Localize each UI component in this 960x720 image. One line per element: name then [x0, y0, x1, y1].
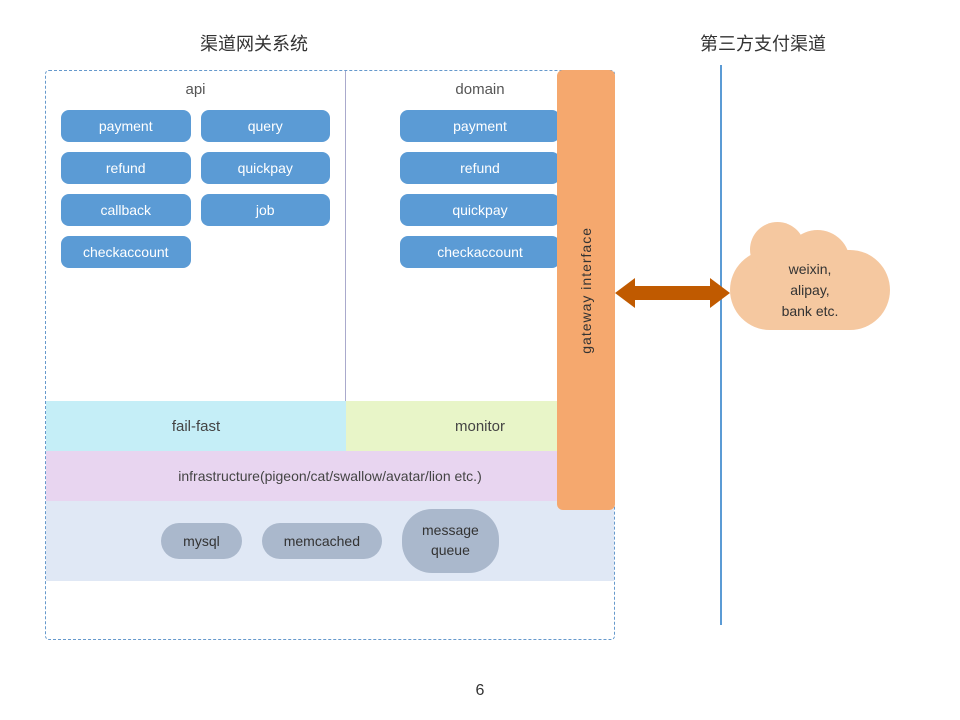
- api-quickpay-button[interactable]: quickpay: [201, 152, 331, 184]
- domain-refund-button[interactable]: refund: [400, 152, 560, 184]
- api-callback-button[interactable]: callback: [61, 194, 191, 226]
- arrow-line: [635, 286, 710, 300]
- domain-checkaccount-button[interactable]: checkaccount: [400, 236, 560, 268]
- api-query-button[interactable]: query: [201, 110, 331, 142]
- api-panel-label: api: [56, 81, 335, 98]
- message-queue-pill: message queue: [402, 509, 499, 572]
- bidirectional-arrow: [615, 278, 730, 308]
- api-job-button[interactable]: job: [201, 194, 331, 226]
- header-left-label: 渠道网关系统: [200, 30, 308, 56]
- domain-quickpay-button[interactable]: quickpay: [400, 194, 560, 226]
- top-section: api payment query refund quickpay callba…: [46, 71, 614, 401]
- api-checkaccount-button[interactable]: checkaccount: [61, 236, 191, 268]
- infra-row: infrastructure(pigeon/cat/swallow/avatar…: [46, 451, 614, 501]
- cloud-text: weixin, alipay, bank etc.: [782, 259, 839, 322]
- memcached-pill: memcached: [262, 523, 382, 559]
- storage-row: mysql memcached message queue: [46, 501, 614, 581]
- mysql-pill: mysql: [161, 523, 242, 559]
- api-refund-button[interactable]: refund: [61, 152, 191, 184]
- vertical-divider-line: [720, 65, 722, 625]
- cloud-shape-container: weixin, alipay, bank etc.: [730, 235, 900, 345]
- cloud-shape: weixin, alipay, bank etc.: [730, 250, 890, 330]
- middle-row: fail-fast monitor: [46, 401, 614, 451]
- arrow-left-head: [615, 278, 635, 308]
- domain-payment-button[interactable]: payment: [400, 110, 560, 142]
- arrow-right-head: [710, 278, 730, 308]
- api-grid: payment query refund quickpay callback j…: [56, 110, 335, 268]
- main-container: api payment query refund quickpay callba…: [45, 70, 615, 640]
- header-right-label: 第三方支付渠道: [700, 30, 826, 56]
- api-panel: api payment query refund quickpay callba…: [46, 71, 346, 401]
- gateway-interface-box: gateway interface: [557, 70, 615, 510]
- gateway-interface-label: gateway interface: [578, 227, 594, 354]
- api-payment-button[interactable]: payment: [61, 110, 191, 142]
- fail-fast-box: fail-fast: [46, 401, 346, 451]
- page-number: 6: [476, 682, 485, 700]
